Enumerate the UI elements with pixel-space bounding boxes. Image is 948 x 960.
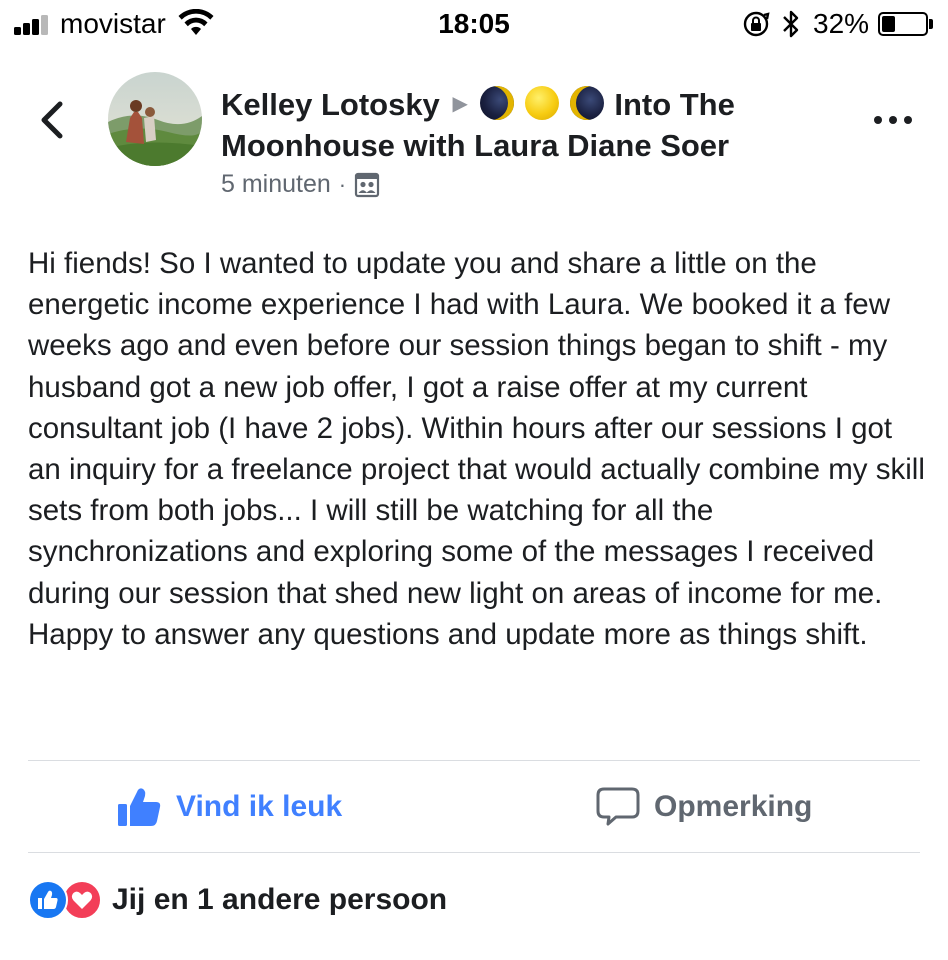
group-audience-icon (355, 172, 380, 197)
right-arrow-icon: ▶ (452, 93, 468, 115)
like-button[interactable]: Vind ik leuk (118, 786, 342, 828)
divider (28, 760, 920, 761)
post-timestamp[interactable]: 5 minuten (221, 170, 331, 199)
post-header-title: Kelley Lotosky ▶ Into The Moonhouse with… (221, 84, 861, 166)
love-reaction-icon (62, 880, 102, 920)
comment-label: Opmerking (654, 790, 813, 823)
comment-bubble-icon (596, 787, 640, 826)
battery-icon (878, 12, 928, 36)
status-bar: movistar 18:05 32% (0, 0, 948, 50)
bluetooth-icon (783, 10, 799, 38)
comment-button[interactable]: Opmerking (596, 786, 812, 828)
avatar-photo (108, 72, 202, 166)
battery-fill (882, 16, 895, 32)
reactions-summary[interactable]: Jij en 1 andere persoon (28, 880, 447, 920)
new-moon-emoji-icon (480, 86, 515, 120)
thumbs-up-icon (118, 788, 161, 826)
author-name[interactable]: Kelley Lotosky (221, 87, 440, 122)
group-name-part1[interactable]: Into The (614, 87, 735, 122)
group-name-part2[interactable]: Moonhouse with Laura Diane Soer (221, 128, 729, 163)
reactions-label: Jij en 1 andere persoon (112, 883, 448, 916)
more-options-icon[interactable] (874, 112, 914, 128)
back-chevron-icon[interactable] (30, 92, 74, 148)
like-label: Vind ik leuk (176, 790, 343, 823)
divider (28, 852, 920, 853)
like-reaction-icon (28, 880, 68, 920)
rotation-lock-icon (743, 11, 770, 37)
clock: 18:05 (438, 8, 510, 39)
post-meta: 5 minuten · (221, 170, 380, 199)
battery-tip (929, 19, 933, 29)
meta-separator: · (338, 171, 347, 197)
battery-percent: 32% (813, 8, 870, 39)
full-moon-emoji-icon (525, 86, 560, 120)
waning-moon-emoji-icon (569, 86, 604, 120)
author-avatar[interactable] (108, 72, 202, 166)
post-text: Hi fiends! So I wanted to update you and… (28, 247, 925, 651)
